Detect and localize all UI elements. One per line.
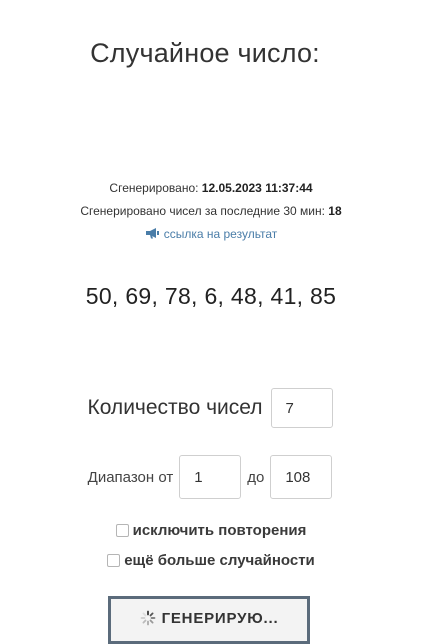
range-to-label: до bbox=[247, 468, 265, 486]
more-random-label[interactable]: ещё больше случайности bbox=[124, 552, 315, 569]
page-title: Случайное число: bbox=[90, 38, 320, 68]
range-from-label: Диапазон от bbox=[87, 468, 174, 486]
random-numbers-result: 50, 69, 78, 6, 48, 41, 85 bbox=[85, 283, 337, 309]
exclude-repeats-label[interactable]: исключить повторения bbox=[133, 522, 307, 539]
generated-count-value: 18 bbox=[328, 204, 342, 218]
range-from-input[interactable] bbox=[179, 455, 242, 499]
generated-time-line: Сгенерировано: 12.05.2023 11:37:44 bbox=[0, 181, 422, 195]
count-row: Количество чисел bbox=[0, 386, 420, 430]
result-link[interactable]: ссылка на результат bbox=[164, 227, 278, 241]
generated-count-line: Сгенерировано чисел за последние 30 мин:… bbox=[0, 204, 422, 218]
exclude-repeats-option[interactable]: исключить повторения bbox=[0, 522, 422, 539]
count-input[interactable] bbox=[270, 388, 333, 428]
range-to-input[interactable] bbox=[270, 455, 333, 499]
range-row: Диапазон от до bbox=[0, 455, 420, 499]
generated-label: Сгенерировано: bbox=[109, 181, 199, 195]
megaphone-icon bbox=[145, 228, 159, 239]
count-label: Количество чисел bbox=[87, 396, 263, 419]
generated-count-label: Сгенерировано чисел за последние 30 мин: bbox=[80, 204, 325, 218]
exclude-repeats-checkbox[interactable] bbox=[115, 524, 129, 537]
generate-button-label: ГЕНЕРИРУЮ... bbox=[161, 609, 279, 627]
spinner-icon bbox=[140, 610, 155, 626]
generate-button[interactable]: ГЕНЕРИРУЮ... bbox=[108, 596, 310, 644]
generated-time-value: 12.05.2023 11:37:44 bbox=[201, 181, 313, 195]
result-link-line[interactable]: ссылка на результат bbox=[0, 227, 422, 241]
more-random-checkbox[interactable] bbox=[107, 554, 121, 567]
more-random-option[interactable]: ещё больше случайности bbox=[0, 552, 422, 569]
